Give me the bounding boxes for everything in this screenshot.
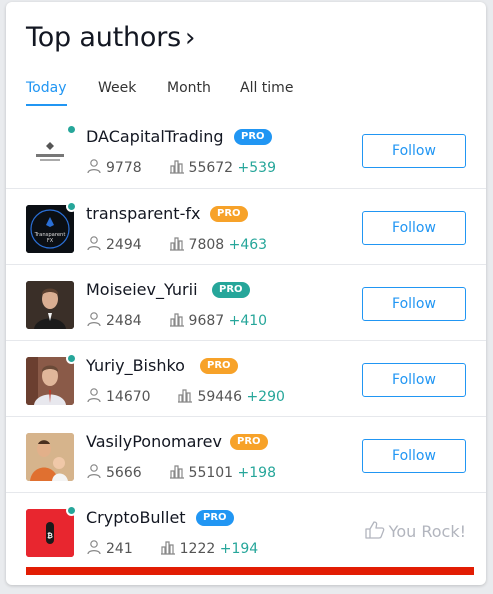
list-item: VasilyPonomarev PRO 5666 55101 +198 Foll… <box>6 416 486 492</box>
you-rock-label: You Rock! <box>365 521 466 541</box>
online-indicator <box>66 353 77 364</box>
pro-badge: PRO <box>200 358 238 374</box>
chart-bars-icon <box>160 541 175 555</box>
transparent-fx-logo-icon: Transparent FX <box>26 205 74 253</box>
online-indicator <box>66 201 77 212</box>
user-icon <box>87 312 101 327</box>
author-avatar[interactable]: Transparent FX <box>26 205 74 253</box>
ideas-count: 55101 <box>188 465 234 481</box>
widget-title-link[interactable]: Top authors › <box>26 22 195 53</box>
widget-title: Top authors <box>26 22 181 53</box>
ideas-delta: +194 <box>219 541 259 557</box>
list-item: Moiseiev_Yurii PRO 2484 9687 +410 Follow <box>6 264 486 340</box>
ideas-count: 7808 <box>188 237 225 253</box>
chevron-right-icon: › <box>185 23 196 53</box>
author-name[interactable]: VasilyPonomarev <box>86 432 222 451</box>
ideas-count: 9687 <box>188 313 225 329</box>
tab-all-time[interactable]: All time <box>240 80 293 104</box>
ideas-delta: +410 <box>228 313 268 329</box>
author-name[interactable]: Moiseiev_Yurii <box>86 280 198 299</box>
author-avatar[interactable] <box>26 281 74 329</box>
pro-badge: PRO <box>196 510 234 526</box>
user-icon <box>87 464 101 479</box>
ideas-count: 55672 <box>188 160 234 176</box>
svg-text:₿: ₿ <box>47 532 53 540</box>
author-avatar[interactable]: ₿ <box>26 509 74 557</box>
period-tabs: Today Week Month All time <box>26 80 466 108</box>
followers-count: 14670 <box>106 389 151 405</box>
followers-count: 241 <box>106 541 133 557</box>
user-icon <box>87 236 101 251</box>
author-stats: 2484 9687 +410 <box>86 311 267 329</box>
author-avatar[interactable] <box>26 357 74 405</box>
ideas-delta: +463 <box>228 237 268 253</box>
follow-button[interactable]: Follow <box>362 211 466 245</box>
online-indicator <box>66 505 77 516</box>
pro-badge: PRO <box>210 206 248 222</box>
list-item: DACapitalTrading PRO 9778 55672 +539 Fol… <box>6 112 486 188</box>
author-stats: 5666 55101 +198 <box>86 463 276 481</box>
author-stats: 9778 55672 +539 <box>86 158 276 176</box>
top-authors-widget: Top authors › Today Week Month All time D… <box>6 2 486 585</box>
tab-today[interactable]: Today <box>26 80 67 106</box>
author-stats: 14670 59446 +290 <box>86 387 285 405</box>
followers-count: 5666 <box>106 465 142 481</box>
cryptobullet-logo-icon: ₿ <box>26 509 74 557</box>
online-indicator <box>66 124 77 135</box>
ideas-delta: +539 <box>237 160 276 176</box>
author-stats: 241 1222 +194 <box>86 539 258 557</box>
list-item: ₿ CryptoBullet PRO 241 1222 +194 You Roc… <box>6 492 486 568</box>
chart-bars-icon <box>178 389 193 403</box>
followers-count: 2484 <box>106 313 142 329</box>
user-icon <box>87 159 101 174</box>
pro-badge: PRO <box>212 282 250 298</box>
chart-bars-icon <box>169 160 184 174</box>
svg-text:FX: FX <box>47 238 54 244</box>
tab-month[interactable]: Month <box>167 80 211 104</box>
author-name[interactable]: transparent-fx <box>86 204 200 223</box>
user-icon <box>87 388 101 403</box>
follow-button[interactable]: Follow <box>362 439 466 473</box>
pro-badge: PRO <box>234 129 272 145</box>
followers-count: 9778 <box>106 160 142 176</box>
tab-week[interactable]: Week <box>98 80 136 104</box>
ideas-count: 59446 <box>197 389 242 405</box>
authors-list: DACapitalTrading PRO 9778 55672 +539 Fol… <box>6 112 486 568</box>
ideas-count: 1222 <box>179 541 216 557</box>
dacapital-logo-icon <box>26 128 74 176</box>
follow-button[interactable]: Follow <box>362 363 466 397</box>
author-avatar[interactable] <box>26 433 74 481</box>
portrait-photo-icon <box>26 281 74 329</box>
ideas-delta: +290 <box>246 389 285 405</box>
family-photo-icon <box>26 433 74 481</box>
author-name[interactable]: CryptoBullet <box>86 508 186 527</box>
chart-bars-icon <box>169 465 184 479</box>
red-bar <box>26 567 474 575</box>
you-rock-text: You Rock! <box>388 522 466 541</box>
thumbs-up-icon <box>365 521 385 539</box>
author-name[interactable]: Yuriy_Bishko <box>86 356 185 375</box>
chart-bars-icon <box>169 313 184 327</box>
list-item: Yuriy_Bishko PRO 14670 59446 +290 Follow <box>6 340 486 416</box>
list-item: Transparent FX transparent-fx PRO 2494 7… <box>6 188 486 264</box>
portrait-photo-icon <box>26 357 74 405</box>
follow-button[interactable]: Follow <box>362 287 466 321</box>
followers-count: 2494 <box>106 237 142 253</box>
chart-bars-icon <box>169 237 184 251</box>
author-name[interactable]: DACapitalTrading <box>86 127 224 146</box>
follow-button[interactable]: Follow <box>362 134 466 168</box>
user-icon <box>87 540 101 555</box>
author-stats: 2494 7808 +463 <box>86 235 267 253</box>
author-avatar[interactable] <box>26 128 74 176</box>
pro-badge: PRO <box>230 434 268 450</box>
ideas-delta: +198 <box>237 465 276 481</box>
